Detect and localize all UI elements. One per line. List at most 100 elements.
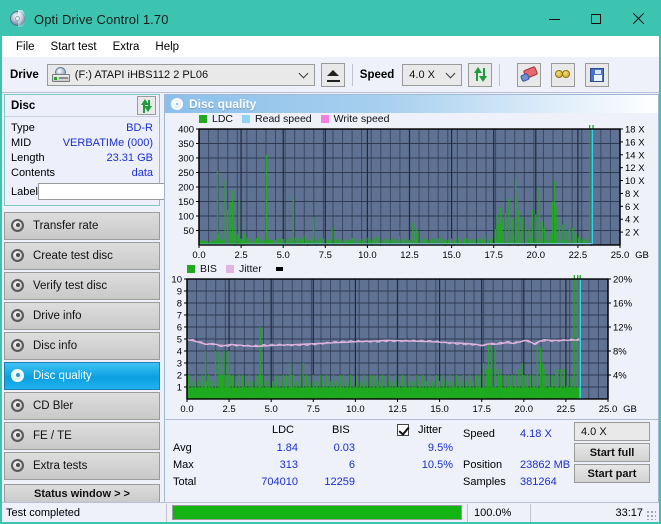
legend-label-write-speed: Write speed (333, 113, 390, 125)
svg-text:25.0: 25.0 (599, 404, 618, 415)
eject-button[interactable] (320, 62, 345, 87)
svg-text:12%: 12% (613, 323, 633, 334)
stats-header-bis: BIS (332, 424, 350, 436)
menu-item-file[interactable]: File (8, 39, 43, 55)
stats-jitter-avg: 9.5% (427, 442, 453, 454)
test-speed-select[interactable]: 4.0 X (574, 422, 650, 441)
ldc-chart[interactable]: 50 100 150 200 250 300 350 400 2 X 4 X 6 X 8 X 10 X 1… (165, 125, 658, 263)
svg-text:5.0: 5.0 (277, 250, 290, 261)
legend-label-jitter: Jitter (238, 263, 262, 275)
progress-bar (172, 505, 462, 520)
menu-item-extra[interactable]: Extra (105, 39, 148, 55)
disc-quality-icon (171, 98, 183, 110)
sidebar-item-transfer-rate[interactable]: Transfer rate (4, 212, 160, 240)
legend-label-ldc: LDC (212, 113, 234, 125)
stats-ldc-total: 704010 (261, 476, 298, 488)
svg-text:7.5: 7.5 (319, 250, 332, 261)
sidebar-item-disc-info[interactable]: Disc info (4, 332, 160, 360)
erase-button[interactable] (517, 62, 542, 87)
disc-info-header: Disc (5, 95, 159, 117)
svg-text:GB: GB (635, 250, 649, 261)
svg-text:12 X: 12 X (625, 163, 645, 174)
refresh-button[interactable] (468, 62, 493, 87)
window-controls (533, 2, 659, 36)
bis-chart-legend: BIS Jitter (165, 263, 658, 275)
stats-row-total-label: Total (173, 476, 197, 488)
navigation-list: Transfer rate Create test disc Verify te… (4, 212, 160, 480)
status-window-button[interactable]: Status window > > (4, 484, 160, 504)
app-disc-icon (9, 10, 27, 28)
svg-text:3: 3 (177, 359, 182, 370)
stats-position-value: 23862 MB (520, 459, 571, 471)
disc-icon (11, 248, 26, 264)
menu-item-help[interactable]: Help (147, 39, 187, 55)
sidebar-item-label: FE / TE (33, 430, 72, 442)
speed-select[interactable]: 4.0 X (402, 63, 463, 86)
sidebar-item-create-test-disc[interactable]: Create test disc (4, 242, 160, 270)
sidebar-item-extra-tests[interactable]: Extra tests (4, 452, 160, 480)
svg-text:22.5: 22.5 (569, 250, 588, 261)
svg-text:6: 6 (177, 323, 182, 334)
sidebar-item-label: CD Bler (33, 400, 74, 412)
svg-text:4 X: 4 X (625, 215, 640, 226)
disc-refresh-button[interactable] (137, 96, 156, 115)
title-bar: Opti Drive Control 1.70 (2, 2, 659, 36)
disc-icon (11, 218, 26, 234)
sidebar-item-drive-info[interactable]: Drive info (4, 302, 160, 330)
svg-text:2 X: 2 X (625, 228, 640, 239)
speed-label: Speed (359, 68, 395, 81)
maximize-button[interactable] (575, 2, 617, 36)
eject-icon (326, 69, 339, 76)
sidebar-item-fe-te[interactable]: FE / TE (4, 422, 160, 450)
stats-header-ldc: LDC (272, 424, 295, 436)
legend-swatch-read-speed (242, 115, 251, 123)
resize-grip[interactable] (646, 510, 656, 520)
svg-text:10 X: 10 X (625, 176, 645, 187)
sidebar-item-label: Extra tests (33, 460, 88, 472)
svg-text:12.5: 12.5 (388, 404, 407, 415)
svg-text:16 X: 16 X (625, 137, 645, 148)
disc-info-rows: Type BD-R MID VERBATIMe (000) Length 23.… (5, 117, 240, 205)
legend-swatch-bis (187, 265, 195, 273)
minimize-button[interactable] (533, 2, 575, 36)
status-bar: Test completed 100.0% 33:17 (2, 502, 659, 522)
sidebar-item-label: Disc quality (33, 370, 92, 382)
svg-text:15.0: 15.0 (442, 250, 461, 261)
drive-select[interactable]: (F:) ATAPI iHBS112 2 PL06 (46, 63, 315, 86)
jitter-checkbox[interactable] (397, 424, 409, 436)
sidebar-item-cd-bler[interactable]: CD Bler (4, 392, 160, 420)
save-button[interactable] (585, 62, 610, 87)
svg-text:2: 2 (177, 371, 182, 382)
svg-text:10.0: 10.0 (346, 404, 365, 415)
disc-row-type: Type BD-R (11, 120, 153, 135)
svg-text:50: 50 (183, 226, 194, 237)
close-button[interactable] (617, 2, 659, 36)
sidebar-item-verify-test-disc[interactable]: Verify test disc (4, 272, 160, 300)
menu-item-start-test[interactable]: Start test (43, 39, 105, 55)
sidebar-item-disc-quality[interactable]: Disc quality (4, 362, 160, 390)
status-message: Test completed (6, 506, 80, 519)
stats-position-label: Position (463, 459, 503, 471)
svg-text:0.0: 0.0 (180, 404, 193, 415)
svg-text:12.5: 12.5 (400, 250, 419, 261)
bis-chart[interactable]: 1 2 3 4 5 6 7 8 9 10 4% 8% 12% 16% 20% 0.0 2.5 5.0 7.5 10.0… (165, 275, 658, 417)
svg-text:7: 7 (177, 311, 182, 322)
glasses-button[interactable] (551, 62, 576, 87)
disc-row-value: 23.31 GB (106, 151, 153, 164)
svg-text:5.0: 5.0 (265, 404, 278, 415)
sidebar-item-label: Disc info (33, 340, 78, 352)
left-panel: Disc Type BD-R MID VERBATIMe (000) Lengt… (4, 94, 240, 494)
start-full-button[interactable]: Start full (574, 443, 650, 462)
toolbar: Drive (F:) ATAPI iHBS112 2 PL06 Speed 4.… (2, 57, 659, 93)
stats-bis-total: 12259 (324, 476, 355, 488)
cursor-marker-icon (275, 267, 283, 271)
statistics-panel: LDC BIS Jitter Avg 1.84 0.03 9.5% Max 31… (165, 419, 658, 488)
svg-text:300: 300 (178, 154, 194, 165)
disc-label-caption: Label (11, 185, 38, 198)
svg-text:2.5: 2.5 (234, 250, 247, 261)
svg-text:1: 1 (177, 383, 182, 394)
disc-icon (11, 398, 26, 414)
svg-text:18 X: 18 X (625, 125, 645, 136)
disc-icon (11, 458, 26, 474)
start-part-button[interactable]: Start part (574, 464, 650, 483)
